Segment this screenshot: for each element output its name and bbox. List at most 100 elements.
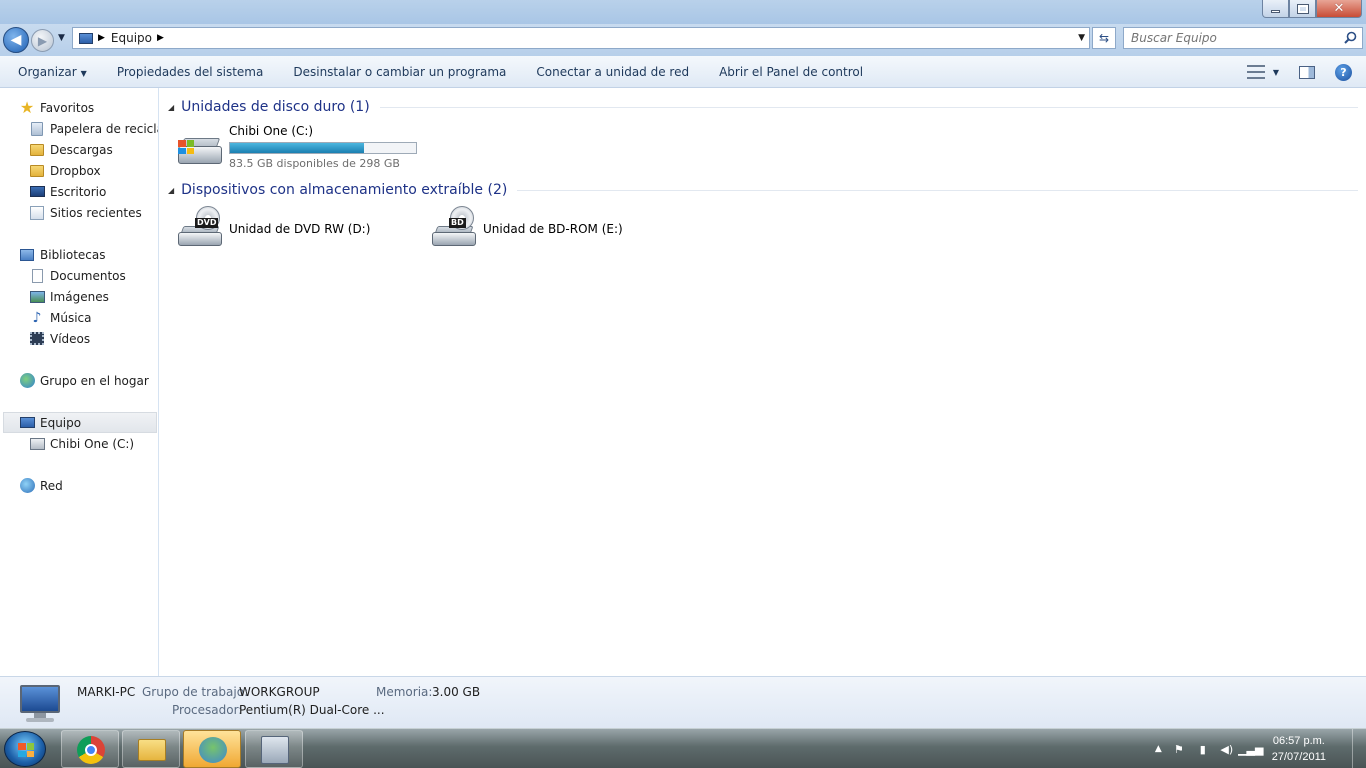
map-network-drive-button[interactable]: Conectar a unidad de red xyxy=(521,65,704,79)
drive-name: Unidad de BD-ROM (E:) xyxy=(483,222,623,236)
music-icon: ♪ xyxy=(32,309,42,326)
sidebar-item-recycle-bin[interactable]: Papelera de reciclaje xyxy=(29,118,158,139)
dropbox-folder-icon xyxy=(29,163,45,179)
hard-drive-icon xyxy=(176,132,224,172)
sidebar-item-libraries[interactable]: Bibliotecas xyxy=(19,244,105,265)
system-properties-button[interactable]: Propiedades del sistema xyxy=(102,65,279,79)
sidebar-item-recent-places[interactable]: Sitios recientes xyxy=(29,202,142,223)
sidebar-item-favorites[interactable]: ★ Favoritos xyxy=(19,97,94,118)
open-control-panel-button[interactable]: Abrir el Panel de control xyxy=(704,65,878,79)
preview-pane-icon[interactable] xyxy=(1299,65,1315,79)
search-box[interactable] xyxy=(1123,27,1363,49)
command-bar: Organizar ▼ Propiedades del sistema Desin… xyxy=(0,56,1366,88)
sidebar-item-label: Documentos xyxy=(50,268,126,283)
cpu-value: Pentium(R) Dual-Core ... xyxy=(239,703,385,717)
group-title: Unidades de disco duro (1) xyxy=(181,99,370,115)
sidebar-item-label: Imágenes xyxy=(50,289,109,304)
recent-pages-dropdown[interactable]: ▼ xyxy=(58,33,65,43)
sidebar-item-label: Papelera de reciclaje xyxy=(50,121,158,136)
forward-button[interactable]: ▶ xyxy=(31,29,54,52)
view-controls: ▼ ? xyxy=(1246,56,1366,88)
pc-name: MARKI-PC xyxy=(77,685,136,699)
window-controls: ✕ xyxy=(1262,0,1362,18)
breadcrumb-separator-icon[interactable]: ▶ xyxy=(157,33,164,43)
windows-logo-icon xyxy=(18,743,34,757)
sidebar-item-label: Favoritos xyxy=(40,100,95,115)
navigation-bar: ◀ ▶ ▼ ▶ Equipo ▶ ▼ ⇆ xyxy=(0,24,1366,56)
breadcrumb-equipo[interactable]: Equipo xyxy=(111,31,152,45)
file-list-pane: ◢ Unidades de disco duro (1) Chibi One (… xyxy=(160,88,1366,676)
search-input[interactable] xyxy=(1131,31,1336,45)
clock[interactable]: 06:57 p.m. 27/07/2011 xyxy=(1272,733,1326,765)
action-center-flag-icon[interactable]: ⚑ xyxy=(1172,742,1186,756)
bd-drive-icon: BD xyxy=(430,206,478,246)
sidebar-item-label: Sitios recientes xyxy=(50,205,142,220)
back-button[interactable]: ◀ xyxy=(3,27,29,53)
minimize-button[interactable] xyxy=(1262,0,1289,18)
window-titlebar: ✕ xyxy=(0,0,1366,24)
close-button[interactable]: ✕ xyxy=(1316,0,1362,18)
refresh-button[interactable]: ⇆ xyxy=(1092,27,1116,49)
change-view-icon[interactable] xyxy=(1246,65,1265,79)
search-icon[interactable] xyxy=(1344,31,1357,44)
sidebar-item-videos[interactable]: Vídeos xyxy=(29,328,90,349)
view-options-dropdown[interactable]: ▼ xyxy=(1273,68,1279,77)
details-pane: MARKI-PC Grupo de trabajo: WORKGROUP Mem… xyxy=(0,676,1366,728)
calculator-icon xyxy=(261,736,289,764)
drive-item-e[interactable]: BD Unidad de BD-ROM (E:) xyxy=(430,206,623,246)
volume-icon[interactable]: ◀) xyxy=(1220,742,1234,756)
workgroup-label: Grupo de trabajo: xyxy=(142,685,249,699)
hard-drive-icon xyxy=(29,436,45,452)
drive-free-space: 83.5 GB disponibles de 298 GB xyxy=(229,157,400,170)
bd-badge: BD xyxy=(449,218,466,228)
sidebar-item-drive-c[interactable]: Chibi One (C:) xyxy=(29,433,134,454)
network-icon xyxy=(19,478,35,494)
navigation-pane: ★ Favoritos Papelera de reciclaje Descar… xyxy=(0,88,159,676)
start-button[interactable] xyxy=(4,731,46,767)
drive-item-c[interactable]: Chibi One (C:) 83.5 GB disponibles de 29… xyxy=(176,124,417,172)
network-signal-icon[interactable]: ▁▃▅ xyxy=(1238,742,1263,756)
sidebar-item-label: Grupo en el hogar xyxy=(40,373,149,388)
restore-icon xyxy=(1296,3,1309,14)
sidebar-item-desktop[interactable]: Escritorio xyxy=(29,181,106,202)
show-hidden-icons-icon[interactable]: ▲ xyxy=(1155,744,1162,754)
sidebar-item-pictures[interactable]: Imágenes xyxy=(29,286,109,307)
collapse-triangle-icon[interactable]: ◢ xyxy=(168,186,174,195)
taskbar-chrome[interactable] xyxy=(61,730,119,768)
refresh-icon: ⇆ xyxy=(1098,31,1110,45)
taskbar-explorer[interactable] xyxy=(122,730,180,768)
show-desktop-button[interactable] xyxy=(1352,729,1366,768)
maximize-button[interactable] xyxy=(1289,0,1316,18)
taskbar-people[interactable] xyxy=(183,730,241,768)
breadcrumb-separator-icon[interactable]: ▶ xyxy=(98,33,105,43)
group-header-removable[interactable]: ◢ Dispositivos con almacenamiento extraí… xyxy=(168,179,1358,201)
sidebar-item-homegroup[interactable]: Grupo en el hogar xyxy=(19,370,149,391)
sidebar-item-downloads[interactable]: Descargas xyxy=(29,139,113,160)
sidebar-item-documents[interactable]: Documentos xyxy=(29,265,126,286)
back-arrow-icon: ◀ xyxy=(10,32,22,48)
chevron-down-icon: ▼ xyxy=(80,68,87,78)
address-bar[interactable]: ▶ Equipo ▶ ▼ xyxy=(72,27,1090,49)
uninstall-program-button[interactable]: Desinstalar o cambiar un programa xyxy=(278,65,521,79)
sidebar-item-music[interactable]: ♪ Música xyxy=(29,307,92,328)
libraries-icon xyxy=(19,247,35,263)
cpu-label: Procesador: xyxy=(172,703,243,717)
chrome-icon xyxy=(77,736,105,764)
drive-capacity-fill xyxy=(230,143,364,153)
collapse-triangle-icon[interactable]: ◢ xyxy=(168,103,174,112)
memory-label: Memoria: xyxy=(376,685,433,699)
sidebar-item-dropbox[interactable]: Dropbox xyxy=(29,160,101,181)
organize-menu[interactable]: Organizar ▼ xyxy=(0,65,102,79)
drive-item-d[interactable]: DVD Unidad de DVD RW (D:) xyxy=(176,206,370,246)
pictures-icon xyxy=(29,289,45,305)
homegroup-icon xyxy=(19,373,35,389)
help-icon[interactable]: ? xyxy=(1335,63,1352,81)
power-icon[interactable]: ▮ xyxy=(1196,742,1210,756)
address-dropdown-icon[interactable]: ▼ xyxy=(1078,33,1085,43)
sidebar-item-computer[interactable]: Equipo xyxy=(3,412,157,433)
taskbar-calculator[interactable] xyxy=(245,730,303,768)
drive-capacity-bar xyxy=(229,142,417,154)
group-header-hard-drives[interactable]: ◢ Unidades de disco duro (1) xyxy=(168,96,1358,118)
sidebar-item-label: Música xyxy=(50,310,92,325)
sidebar-item-network[interactable]: Red xyxy=(19,475,63,496)
